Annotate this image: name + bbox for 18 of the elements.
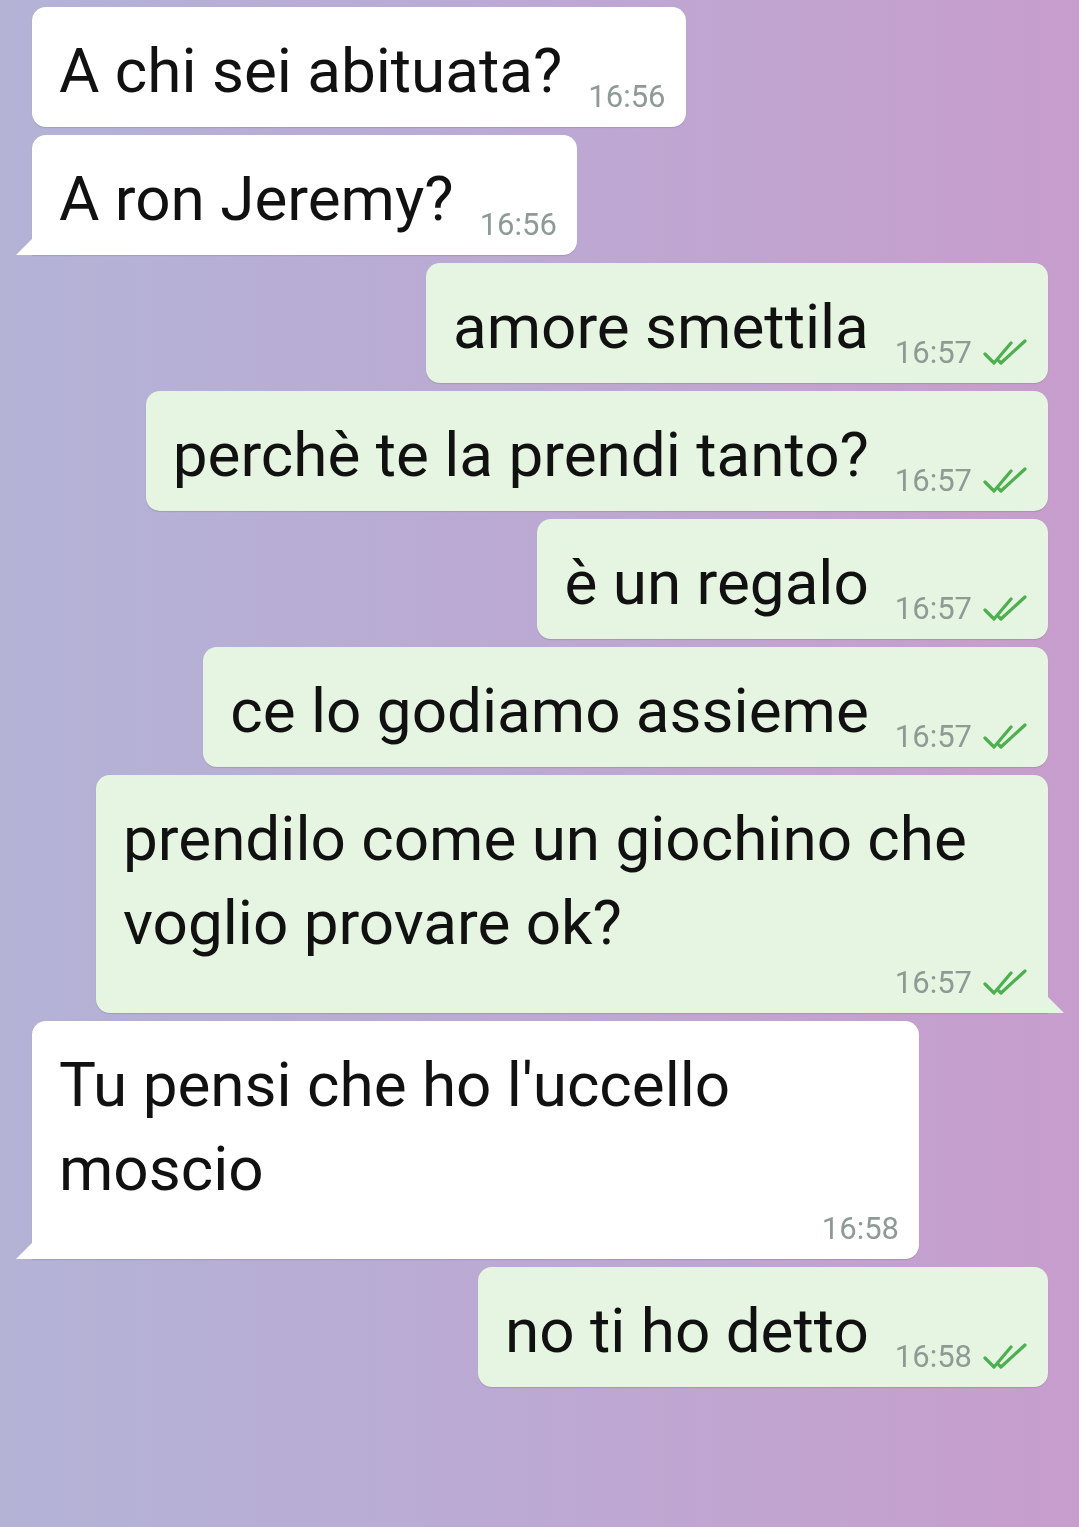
message-text: prendilo come un giochino che voglio provare ok? <box>123 801 968 961</box>
message-time: 16:56 <box>479 207 557 243</box>
message-text: no ti ho detto <box>505 1293 869 1369</box>
message-time: 16:56 <box>588 79 666 115</box>
message-text: A ron Jeremy? <box>59 161 454 237</box>
message-text: ce lo godiamo assieme <box>230 673 869 749</box>
message-time: 16:58 <box>894 1339 972 1375</box>
message-time: 16:57 <box>894 591 972 627</box>
message-text: perchè te la prendi tanto? <box>172 417 869 493</box>
message-time: 16:57 <box>894 335 972 371</box>
message-time: 16:57 <box>894 719 972 755</box>
message-time: 16:57 <box>894 463 972 499</box>
message-time: 16:58 <box>821 1211 899 1247</box>
message-text: Tu pensi che ho l'uccello moscio <box>59 1047 732 1207</box>
message-text: è un regalo <box>564 545 869 621</box>
message-text: A chi sei abituata? <box>59 33 563 109</box>
message-text: amore smettila <box>452 289 869 365</box>
message-time: 16:57 <box>894 965 972 1001</box>
